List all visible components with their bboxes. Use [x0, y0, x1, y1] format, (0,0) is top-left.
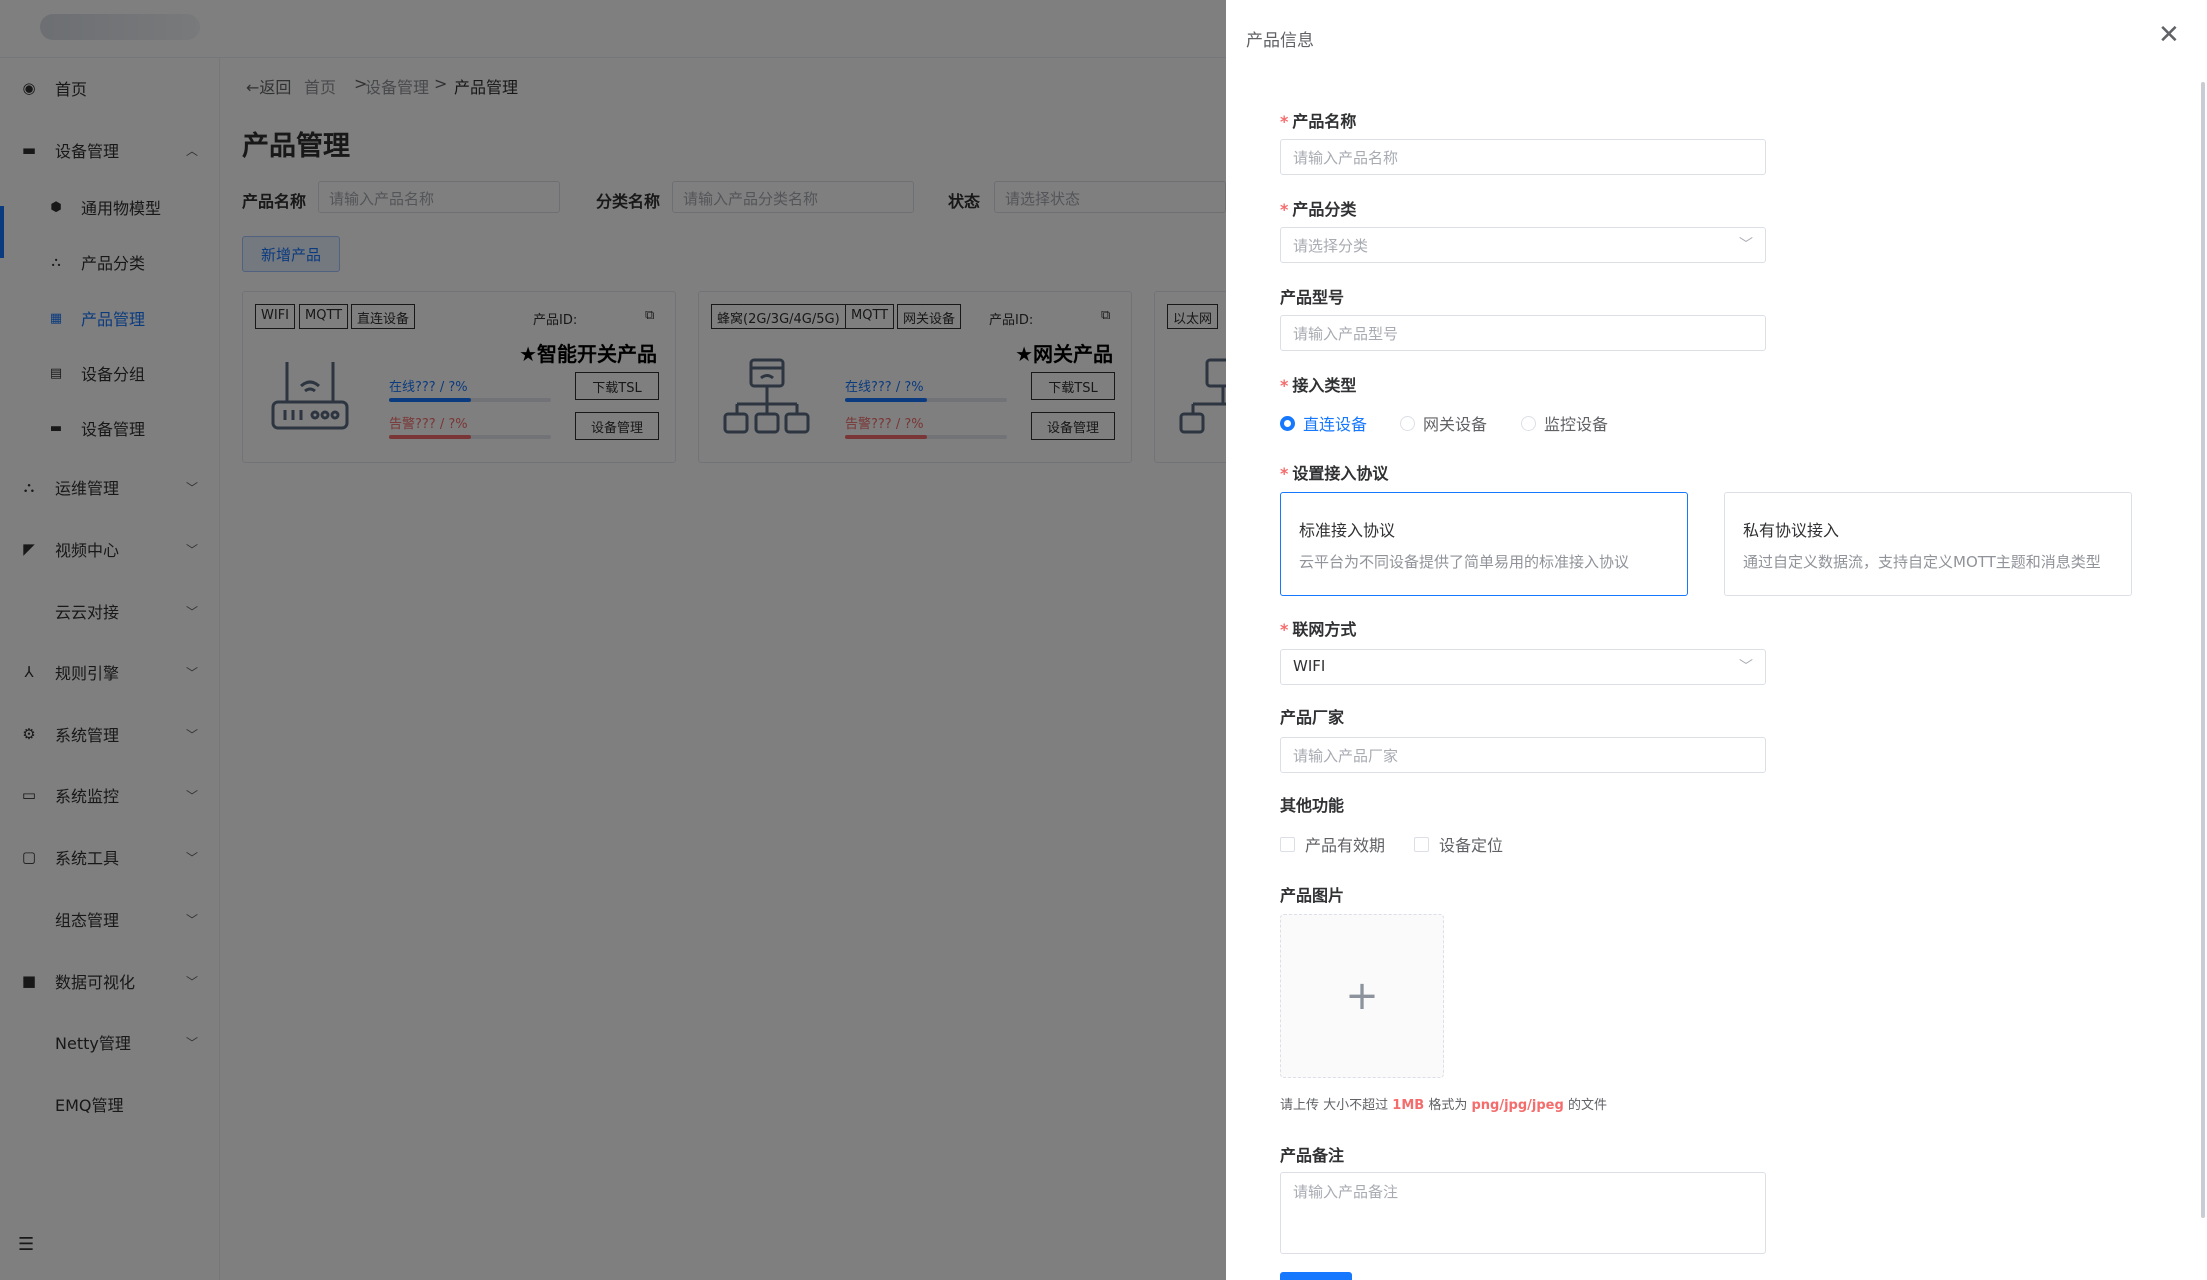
upload-tip-format: png/jpg/jpeg — [1471, 1098, 1564, 1113]
remark-textarea[interactable]: 请输入产品备注 — [1280, 1172, 1766, 1254]
required-mark: * — [1280, 620, 1289, 639]
image-upload-area[interactable]: + — [1280, 914, 1444, 1078]
placeholder: 请输入产品备注 — [1293, 1183, 1399, 1201]
label-text: 接入类型 — [1292, 376, 1357, 395]
drawer-title: 产品信息 — [1246, 31, 1314, 51]
radio-gateway-device[interactable]: 网关设备 — [1400, 411, 1487, 435]
required-mark: * — [1280, 112, 1289, 131]
close-icon[interactable]: ✕ — [2158, 22, 2180, 48]
required-mark: * — [1280, 200, 1289, 219]
remark-label: 产品备注 — [1280, 1146, 1345, 1165]
placeholder: 请选择分类 — [1293, 237, 1369, 255]
product-model-label: 产品型号 — [1280, 288, 1345, 307]
product-image-label: 产品图片 — [1280, 886, 1345, 905]
checkbox-label: 产品有效期 — [1305, 836, 1386, 855]
placeholder: 请输入产品名称 — [1293, 149, 1399, 167]
protocol-card-private[interactable]: 私有协议接入 通过自定义数据流，支持自定义MOTT主题和消息类型 — [1724, 492, 2132, 596]
protocol-title: 标准接入协议 — [1299, 521, 1396, 540]
product-category-label: * 产品分类 — [1280, 196, 1356, 220]
upload-tip-suffix: 的文件 — [1567, 1098, 1607, 1113]
product-model-input[interactable]: 请输入产品型号 — [1280, 315, 1766, 351]
checkbox-box — [1414, 836, 1429, 852]
product-category-select[interactable]: 请选择分类 ﹀ — [1280, 227, 1766, 263]
checkbox-label: 设备定位 — [1439, 836, 1504, 855]
vendor-input[interactable]: 请输入产品厂家 — [1280, 737, 1766, 773]
label-text: 联网方式 — [1292, 620, 1357, 639]
network-label: * 联网方式 — [1280, 616, 1356, 640]
vendor-label: 产品厂家 — [1280, 708, 1345, 727]
chevron-down-icon: ﹀ — [1739, 237, 1753, 253]
label-text: 产品分类 — [1292, 200, 1357, 219]
upload-tip-mid: 格式为 — [1428, 1098, 1468, 1113]
placeholder: 请输入产品型号 — [1293, 325, 1399, 343]
radio-monitor-device[interactable]: 监控设备 — [1521, 411, 1608, 435]
radio-label: 直连设备 — [1303, 415, 1368, 434]
upload-tip-prefix: 请上传 大小不超过 — [1280, 1098, 1389, 1113]
checkbox-box — [1280, 836, 1295, 852]
product-info-drawer: 产品信息 ✕ * 产品名称 请输入产品名称 * 产品分类 请选择分类 ﹀ 产品型号 … — [1226, 0, 2207, 1280]
label-text: 产品名称 — [1292, 112, 1357, 131]
other-functions-label: 其他功能 — [1280, 796, 1345, 815]
required-mark: * — [1280, 464, 1289, 483]
radio-label: 网关设备 — [1423, 415, 1488, 434]
upload-tip: 请上传 大小不超过 1MB 格式为 png/jpg/jpeg 的文件 — [1280, 1094, 1607, 1113]
radio-dot — [1280, 415, 1295, 431]
protocol-description: 云平台为不同设备提供了简单易用的标准接入协议 — [1299, 553, 1630, 571]
access-type-label: * 接入类型 — [1280, 372, 1356, 396]
upload-tip-size: 1MB — [1392, 1098, 1425, 1113]
chevron-down-icon: ﹀ — [1739, 659, 1753, 675]
checkbox-device-location[interactable]: 设备定位 — [1414, 832, 1503, 856]
protocol-title: 私有协议接入 — [1743, 521, 1840, 540]
selected-value: WIFI — [1293, 657, 1326, 675]
radio-dot — [1400, 415, 1415, 431]
label-text: 设置接入协议 — [1292, 464, 1389, 483]
protocol-description: 通过自定义数据流，支持自定义MOTT主题和消息类型 — [1743, 553, 2101, 571]
checkbox-validity-period[interactable]: 产品有效期 — [1280, 832, 1385, 856]
plus-icon: + — [1345, 973, 1379, 1019]
product-name-input[interactable]: 请输入产品名称 — [1280, 139, 1766, 175]
submit-button[interactable] — [1280, 1272, 1352, 1280]
product-name-label: * 产品名称 — [1280, 108, 1356, 132]
protocol-label: * 设置接入协议 — [1280, 460, 1388, 484]
protocol-card-standard[interactable]: 标准接入协议 云平台为不同设备提供了简单易用的标准接入协议 — [1280, 492, 1688, 596]
radio-dot — [1521, 415, 1536, 431]
radio-label: 监控设备 — [1544, 415, 1609, 434]
modal-overlay[interactable] — [0, 0, 1226, 1280]
drawer-scrollbar[interactable] — [2201, 82, 2205, 1218]
network-select[interactable]: WIFI ﹀ — [1280, 649, 1766, 685]
radio-direct-device[interactable]: 直连设备 — [1280, 411, 1367, 435]
placeholder: 请输入产品厂家 — [1293, 747, 1399, 765]
required-mark: * — [1280, 376, 1289, 395]
